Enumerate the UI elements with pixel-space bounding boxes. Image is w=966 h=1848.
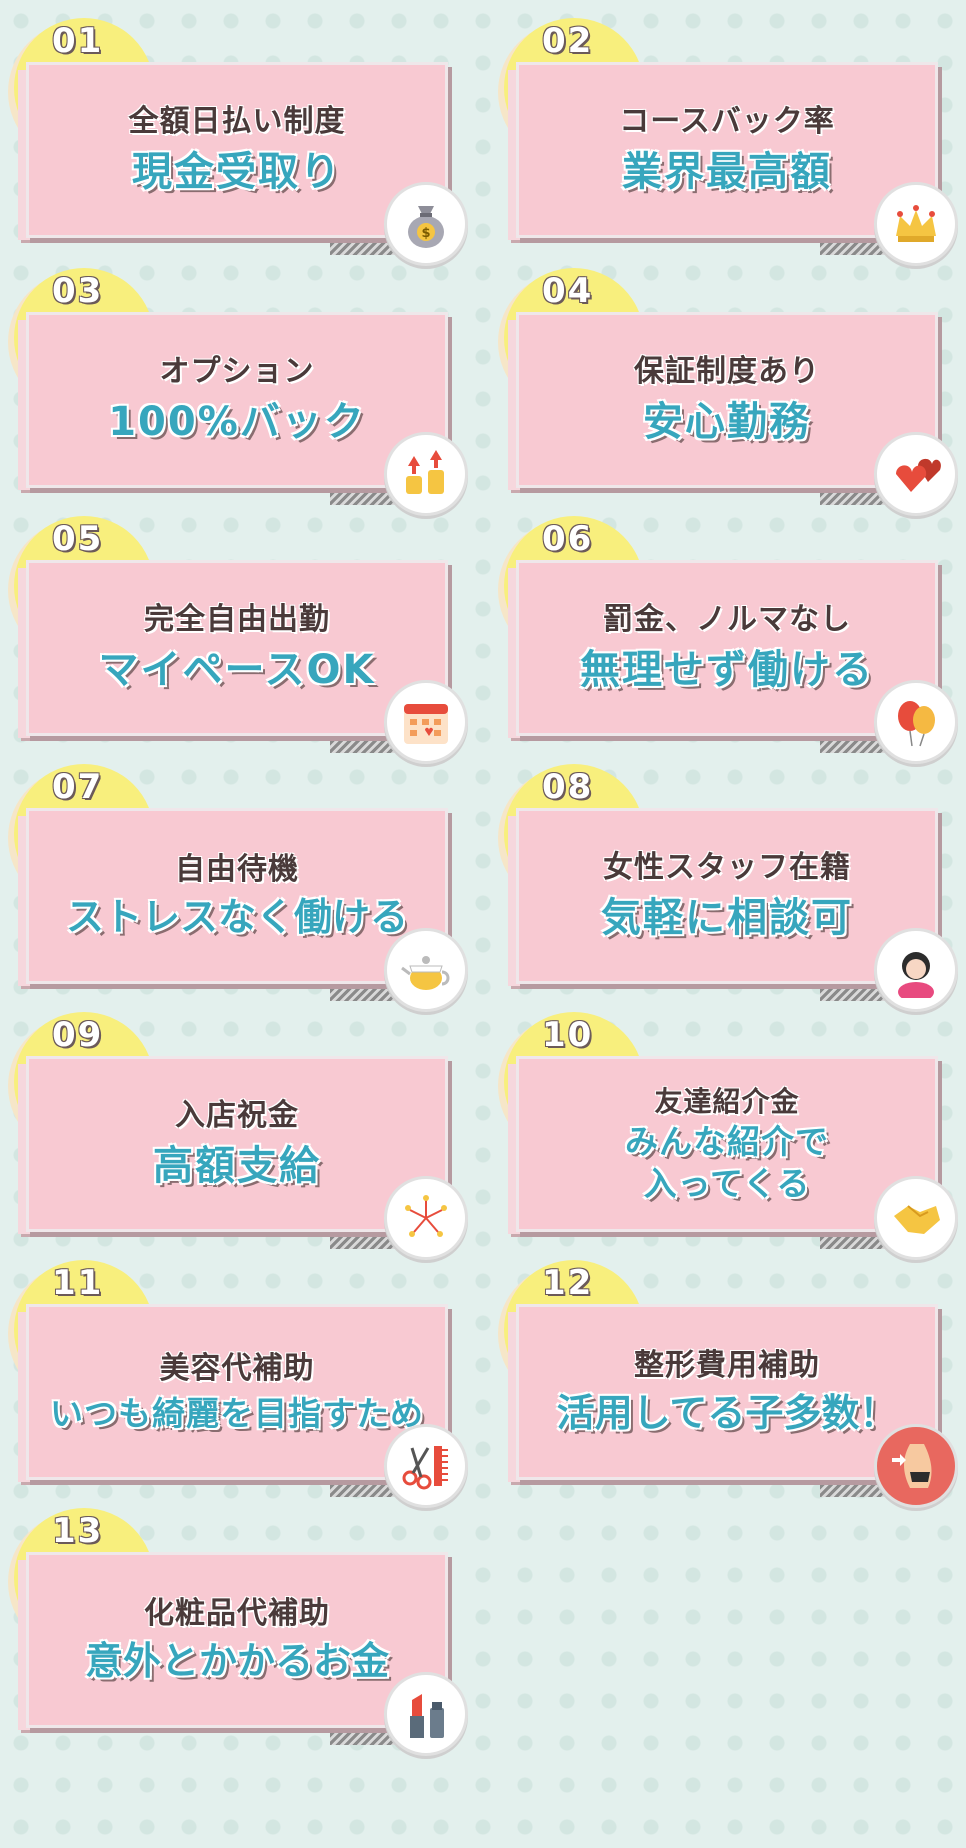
svg-text:$: $ (421, 226, 430, 241)
card-number: 12 (542, 1263, 594, 1303)
card-highlight: 安心勤務 (643, 398, 811, 445)
card-highlight: いつも綺麗を目指すため (50, 1394, 424, 1434)
feature-card: 06 罰金、ノルマなし 無理せず働ける (490, 498, 958, 764)
feature-card: 13 化粧品代補助 意外とかかるお金 (0, 1490, 468, 1756)
card-highlight: 現金受取り (132, 148, 342, 195)
card-highlight: 業界最高額 (622, 148, 832, 195)
card-highlight: 高額支給 (153, 1142, 321, 1189)
card-highlight: 気軽に相談可 (601, 894, 853, 941)
card-heading: 全額日払い制度 (128, 104, 346, 140)
card-number: 10 (542, 1015, 594, 1055)
card-number: 07 (52, 767, 104, 807)
card-number: 02 (542, 21, 594, 61)
card-heading: 美容代補助 (159, 1350, 315, 1386)
card-heading: 整形費用補助 (634, 1347, 820, 1383)
card-number: 05 (52, 519, 104, 559)
card-highlight: ストレスなく働ける (65, 895, 408, 939)
card-heading: 保証制度あり (634, 354, 820, 390)
feature-card: 08 女性スタッフ在籍 気軽に相談可 (490, 746, 958, 1012)
card-heading: 化粧品代補助 (144, 1595, 330, 1631)
card-heading: オプション (159, 354, 315, 390)
card-highlight-2: 入ってくる (643, 1163, 811, 1203)
card-number: 03 (52, 271, 104, 311)
card-number: 11 (52, 1263, 104, 1303)
card-highlight: マイペースOK (98, 646, 376, 693)
card-number: 08 (542, 767, 594, 807)
feature-card: 12 整形費用補助 活用してる子多数！ (490, 1242, 958, 1508)
feature-card: 10 友達紹介金 みんな紹介で 入ってくる (490, 994, 958, 1260)
card-heading: 罰金、ノルマなし (603, 602, 851, 638)
card-heading: コースバック率 (619, 104, 835, 140)
card-highlight: 意外とかかるお金 (84, 1639, 389, 1683)
card-number: 09 (52, 1015, 104, 1055)
card-heading: 友達紹介金 (654, 1085, 800, 1119)
card-highlight: 無理せず働ける (580, 646, 874, 693)
feature-card: 11 美容代補助 いつも綺麗を目指すため (0, 1242, 468, 1508)
feature-card: 01 全額日払い制度 現金受取り $ (0, 0, 468, 266)
feature-card: 02 コースバック率 業界最高額 (490, 0, 958, 266)
card-heading: 入店祝金 (175, 1098, 299, 1134)
card-heading: 自由待機 (175, 851, 299, 887)
card-number: 13 (52, 1511, 104, 1551)
feature-card: 07 自由待機 ストレスなく働ける (0, 746, 468, 1012)
feature-card: 05 完全自由出勤 マイペースOK (0, 498, 468, 764)
feature-card: 03 オプション 100%バック (0, 250, 468, 516)
body-icon (874, 1424, 958, 1508)
card-heading: 完全自由出勤 (144, 602, 330, 638)
card-number: 06 (542, 519, 594, 559)
card-number: 01 (52, 21, 104, 61)
card-highlight: みんな紹介で (625, 1122, 829, 1162)
cosmetics-icon (384, 1672, 468, 1756)
card-heading: 女性スタッフ在籍 (603, 850, 851, 886)
feature-card: 09 入店祝金 高額支給 (0, 994, 468, 1260)
feature-card: 04 保証制度あり 安心勤務 (490, 250, 958, 516)
card-number: 04 (542, 271, 594, 311)
card-highlight: 活用してる子多数！ (556, 1391, 898, 1435)
card-highlight: 100%バック (108, 398, 366, 445)
